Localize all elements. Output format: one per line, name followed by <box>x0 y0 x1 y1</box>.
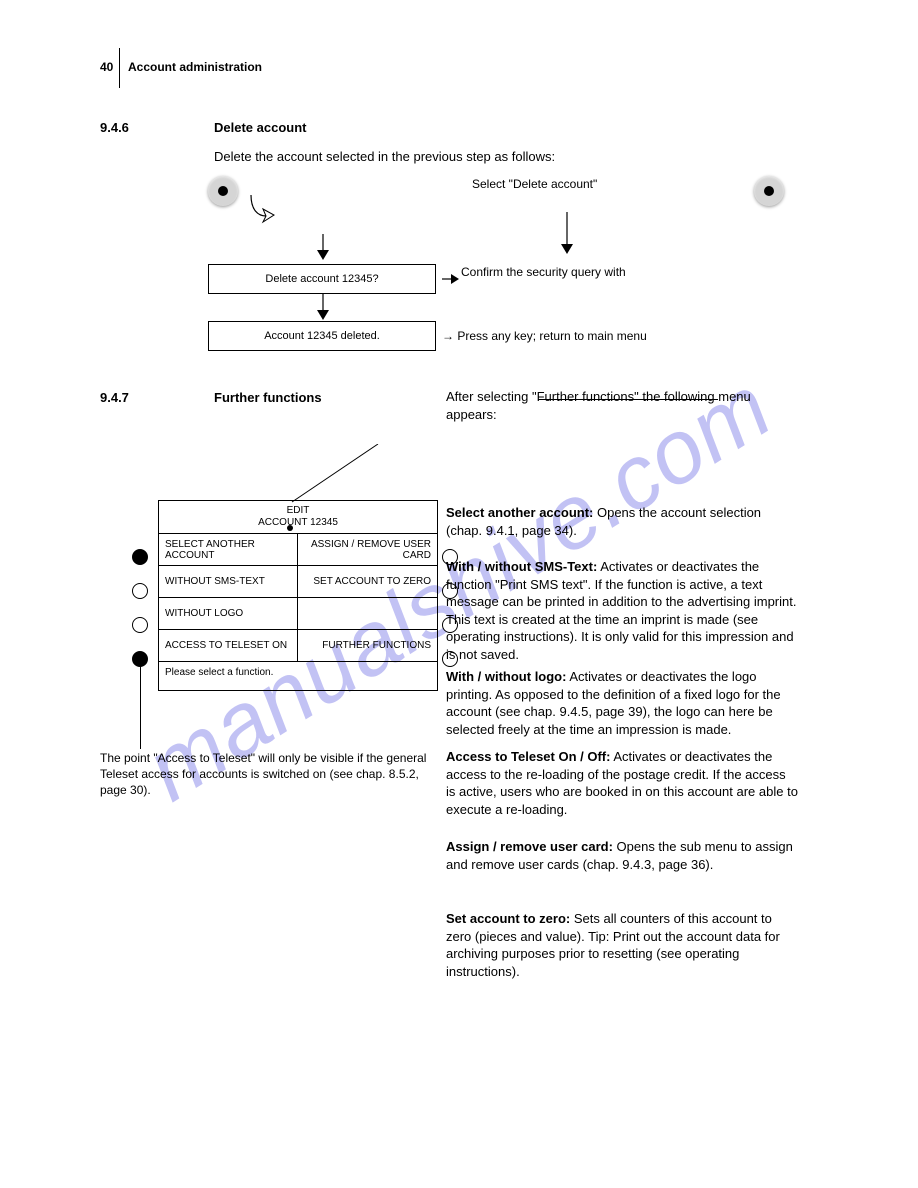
menu-empty <box>298 598 437 629</box>
selector-dot-filled-icon <box>132 549 148 565</box>
down-arrow-icon <box>314 294 332 322</box>
underline-rule <box>538 399 718 400</box>
table-row: ACCESS TO TELESET ON FURTHER FUNCTIONS <box>159 630 437 662</box>
menu-set-zero: SET ACCOUNT TO ZERO <box>298 566 437 597</box>
curved-arrow-icon <box>248 192 278 228</box>
menu-select-another-account: SELECT ANOTHER ACCOUNT <box>159 534 298 565</box>
flow-box-confirm: Delete account 12345? <box>208 264 436 294</box>
down-arrow-icon <box>314 234 332 262</box>
radio-button-icon <box>208 176 238 206</box>
selector-dot-icon <box>132 583 148 599</box>
flow-anykey-text: → Press any key; return to main menu <box>442 328 647 344</box>
flow-confirm-label: Confirm the security query with <box>461 265 626 279</box>
para-select-another: Select another account: Opens the accoun… <box>446 504 798 539</box>
callout-dot-icon <box>287 525 293 531</box>
menu-teleset: ACCESS TO TELESET ON <box>159 630 298 661</box>
para-set-zero: Set account to zero: Sets all counters o… <box>446 910 798 980</box>
radio-button-icon <box>754 176 784 206</box>
section2-lead: After selecting "Further functions" the … <box>446 388 798 423</box>
para-sms-text: With / without SMS-Text: Activates or de… <box>446 558 798 663</box>
account-footer: Please select a function. <box>159 662 437 690</box>
menu-logo: WITHOUT LOGO <box>159 598 298 629</box>
page-title: Account administration <box>128 60 262 74</box>
table-row: WITHOUT LOGO <box>159 598 437 630</box>
table-row: WITHOUT SMS-TEXT SET ACCOUNT TO ZERO <box>159 566 437 598</box>
account-header: EDIT ACCOUNT 12345 <box>159 501 437 534</box>
header-separator <box>119 48 120 88</box>
para-logo: With / without logo: Activates or deacti… <box>446 668 798 738</box>
section1-title: Delete account <box>214 120 306 135</box>
section1-intro: Delete the account selected in the previ… <box>214 148 798 166</box>
menu-further: FURTHER FUNCTIONS <box>298 630 437 661</box>
flow-diagram: Select "Delete account" Delete account 1… <box>208 176 808 376</box>
flow-box-deleted: Account 12345 deleted. <box>208 321 436 351</box>
section1-number: 9.4.6 <box>100 120 129 135</box>
callout-line <box>290 444 380 504</box>
teleset-note: The point "Access to Teleset" will only … <box>100 750 440 799</box>
section2-number: 9.4.7 <box>100 390 129 405</box>
menu-sms-text: WITHOUT SMS-TEXT <box>159 566 298 597</box>
para-assign-card: Assign / remove user card: Opens the sub… <box>446 838 798 873</box>
flow-step1-text: Select "Delete account" <box>472 176 798 192</box>
down-arrow-icon <box>558 212 576 256</box>
page-number: 40 <box>100 60 113 74</box>
flow-confirm-text: Confirm the security query with <box>461 264 798 280</box>
leader-line <box>140 659 141 749</box>
menu-assign-remove-card: ASSIGN / REMOVE USER CARD <box>298 534 437 565</box>
right-arrow-icon <box>442 272 460 286</box>
section2-title: Further functions <box>214 390 322 405</box>
selector-dot-icon <box>132 617 148 633</box>
para-teleset: Access to Teleset On / Off: Activates or… <box>446 748 798 818</box>
table-row: SELECT ANOTHER ACCOUNT ASSIGN / REMOVE U… <box>159 534 437 566</box>
account-menu-figure: EDIT ACCOUNT 12345 SELECT ANOTHER ACCOUN… <box>130 500 440 691</box>
